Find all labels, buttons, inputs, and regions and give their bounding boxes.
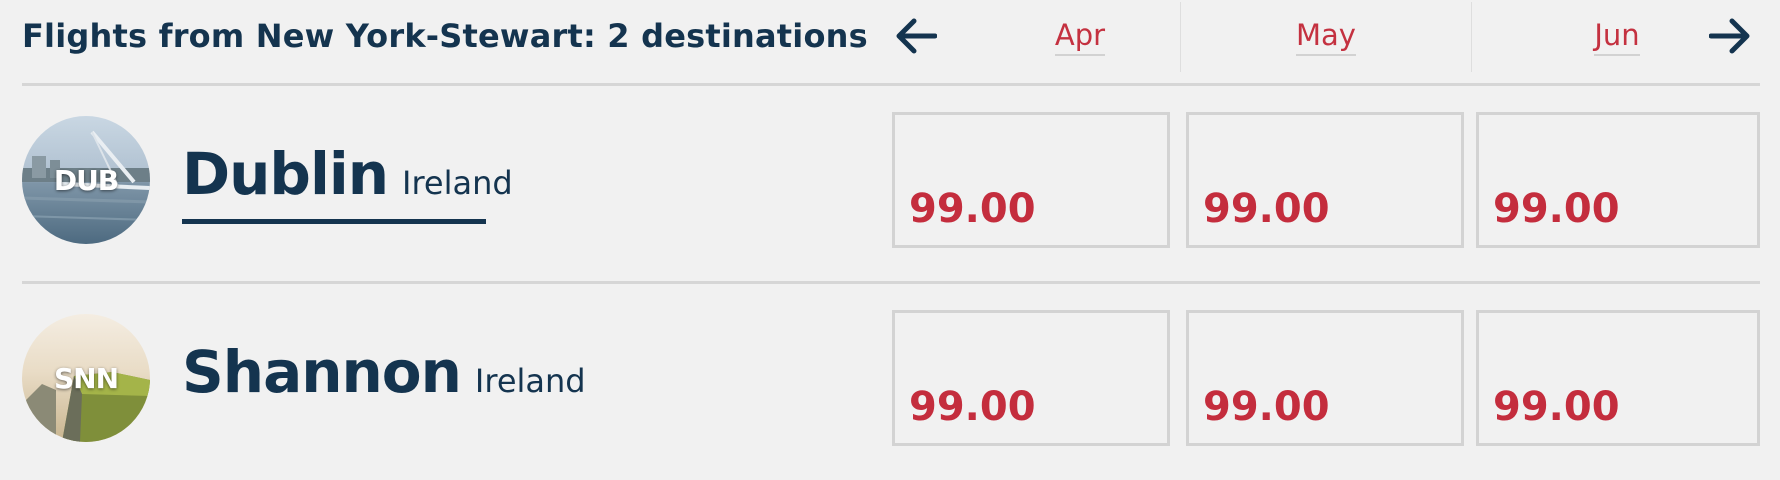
month-label: May — [1296, 18, 1356, 56]
tab-month-apr[interactable]: Apr — [980, 0, 1180, 72]
month-label: Apr — [1054, 18, 1106, 56]
header-divider — [22, 83, 1760, 86]
destination-avatar-dub[interactable]: DUB — [22, 116, 150, 244]
price-cell-dub-apr[interactable]: 99.00 — [892, 112, 1170, 248]
arrow-left-icon — [896, 18, 937, 54]
prev-month-button[interactable] — [893, 16, 939, 56]
selected-destination-underline — [182, 219, 486, 224]
month-label: Jun — [1594, 18, 1640, 56]
destination-code: SNN — [53, 361, 119, 395]
price-cell-dub-jun[interactable]: 99.00 — [1476, 112, 1760, 248]
destination-country: Ireland — [474, 362, 586, 400]
destination-city: Shannon — [182, 338, 462, 406]
price-cell-snn-may[interactable]: 99.00 — [1186, 310, 1464, 446]
price-cell-snn-jun[interactable]: 99.00 — [1476, 310, 1760, 446]
next-month-button[interactable] — [1707, 16, 1753, 56]
row-divider — [22, 281, 1760, 284]
price-value: 99.00 — [1203, 186, 1330, 232]
price-cell-dub-may[interactable]: 99.00 — [1186, 112, 1464, 248]
price-value: 99.00 — [1493, 186, 1620, 232]
destination-country: Ireland — [402, 164, 513, 202]
destination-city: Dublin — [182, 140, 389, 208]
price-value: 99.00 — [1203, 384, 1330, 430]
arrow-right-icon — [1709, 18, 1750, 54]
price-value: 99.00 — [1493, 384, 1620, 430]
destination-code: DUB — [53, 163, 119, 197]
destination-avatar-snn[interactable]: SNN — [22, 314, 150, 442]
tab-month-may[interactable]: May — [1181, 0, 1471, 72]
page-title: Flights from New York-Stewart: 2 destina… — [22, 17, 868, 55]
price-value: 99.00 — [909, 186, 1036, 232]
price-cell-snn-apr[interactable]: 99.00 — [892, 310, 1170, 446]
destination-name-shannon[interactable]: Shannon Ireland — [182, 338, 586, 406]
price-value: 99.00 — [909, 384, 1036, 430]
destination-name-dublin[interactable]: Dublin Ireland — [182, 140, 513, 208]
